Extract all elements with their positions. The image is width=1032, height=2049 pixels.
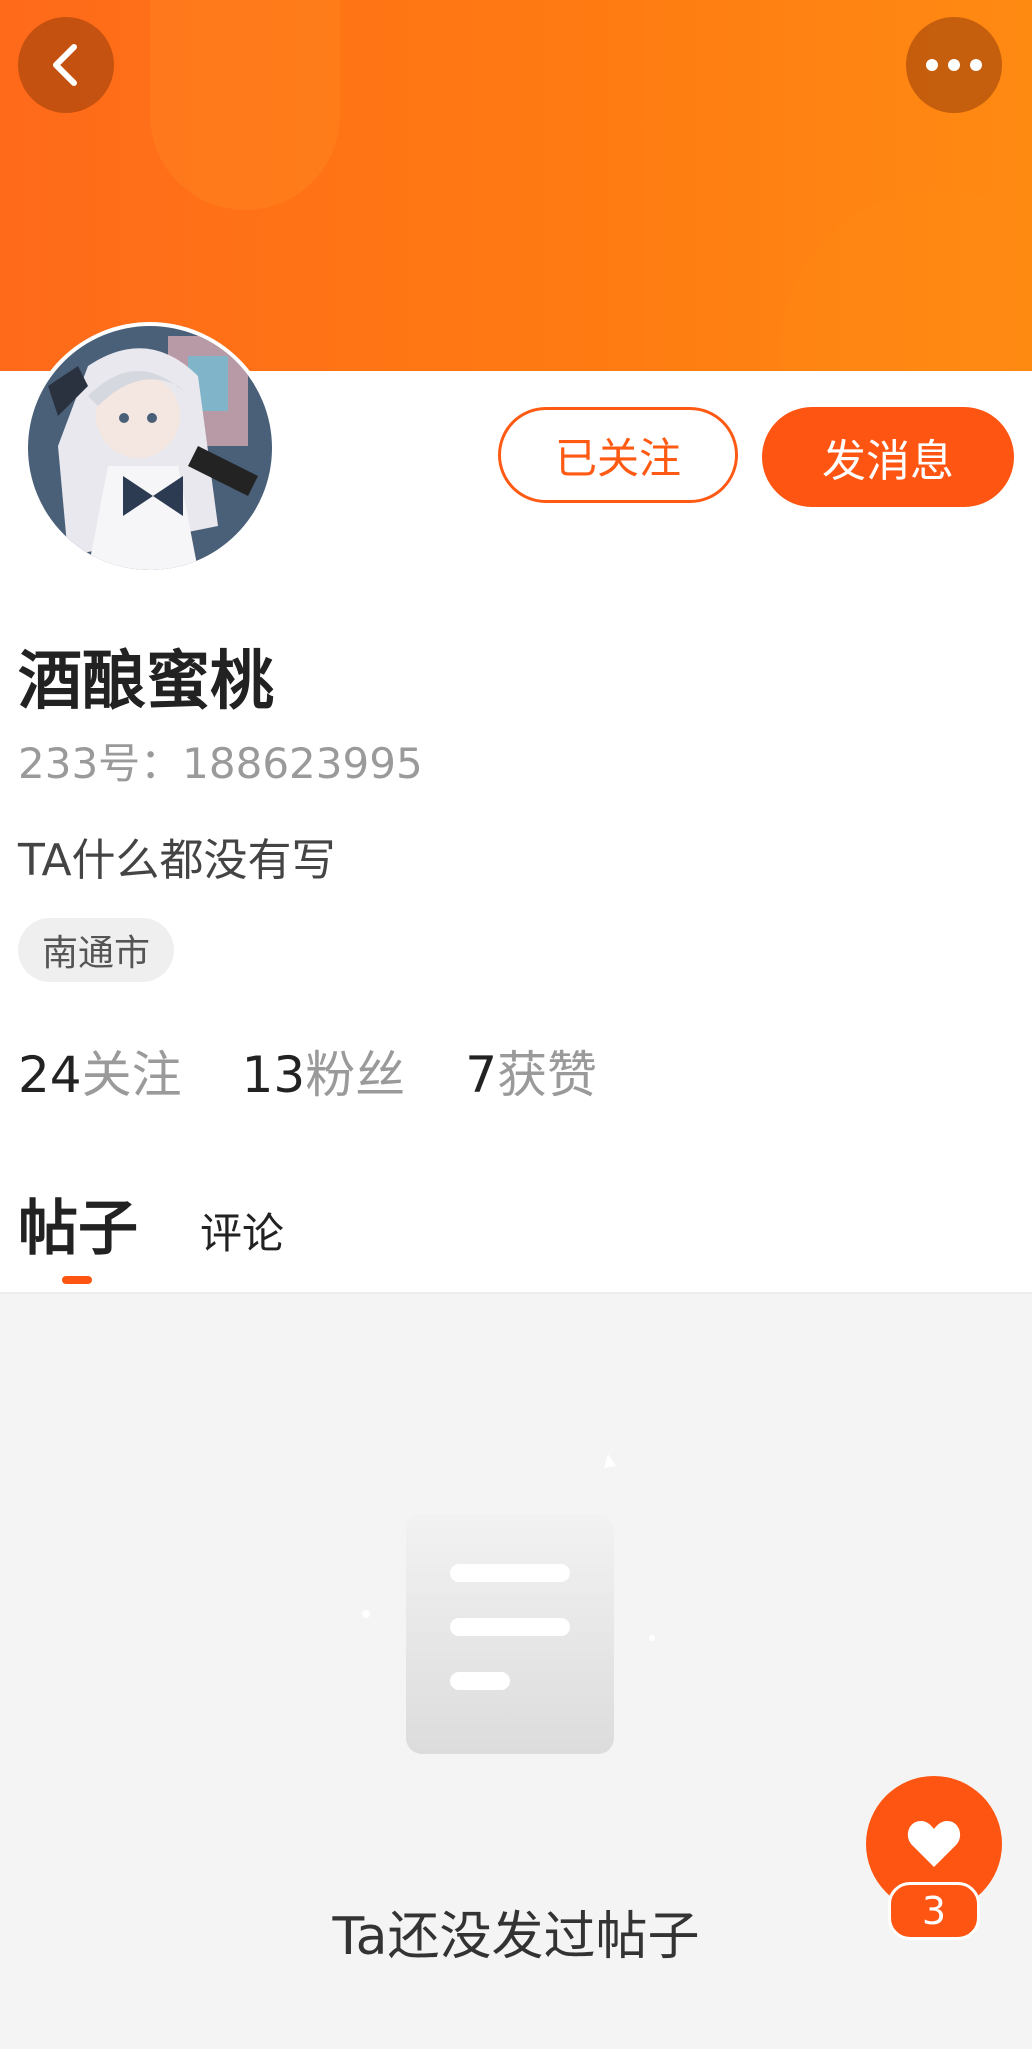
stat-number: 13 — [241, 1046, 306, 1104]
stat-label: 获赞 — [497, 1046, 598, 1104]
user-bio: TA什么都没有写 — [18, 835, 336, 886]
stat-likes[interactable]: 7获赞 — [465, 1035, 597, 1107]
stat-number: 24 — [18, 1046, 82, 1104]
tab-bar: 帖子 评论 — [18, 1180, 284, 1284]
chevron-left-icon — [53, 44, 77, 86]
user-id: 233号：188623995 — [18, 739, 423, 788]
location-tag: 南通市 — [18, 918, 175, 982]
send-message-button[interactable]: 发消息 — [762, 407, 1014, 507]
banner-decoration — [150, 0, 340, 210]
profile-banner — [0, 0, 1032, 371]
tab-active-indicator — [62, 1276, 92, 1284]
username: 酒酿蜜桃 — [18, 645, 274, 719]
back-button[interactable] — [18, 17, 114, 113]
tab-posts-label: 帖子 — [18, 1194, 138, 1264]
empty-document-icon — [360, 1454, 660, 1788]
heart-icon — [907, 1821, 961, 1867]
more-horizontal-icon — [926, 59, 982, 71]
tab-posts[interactable]: 帖子 — [18, 1180, 138, 1284]
avatar[interactable] — [24, 322, 276, 574]
stat-following[interactable]: 24关注 — [18, 1035, 182, 1107]
user-avatar — [28, 326, 272, 570]
posts-content-area: Ta还没发过帖子 — [0, 1294, 1032, 2049]
stat-label: 关注 — [81, 1046, 182, 1104]
stat-label: 粉丝 — [305, 1046, 406, 1104]
more-button[interactable] — [906, 17, 1002, 113]
tab-comments[interactable]: 评论 — [200, 1200, 284, 1267]
like-count-badge: 3 — [888, 1882, 980, 1940]
empty-state-message: Ta还没发过帖子 — [332, 1907, 700, 1967]
followed-button[interactable]: 已关注 — [498, 407, 738, 503]
stat-followers[interactable]: 13粉丝 — [242, 1035, 406, 1107]
stat-number: 7 — [465, 1046, 498, 1104]
stats-row: 24关注 13粉丝 7获赞 — [18, 1035, 597, 1107]
banner-decoration — [780, 190, 1032, 371]
